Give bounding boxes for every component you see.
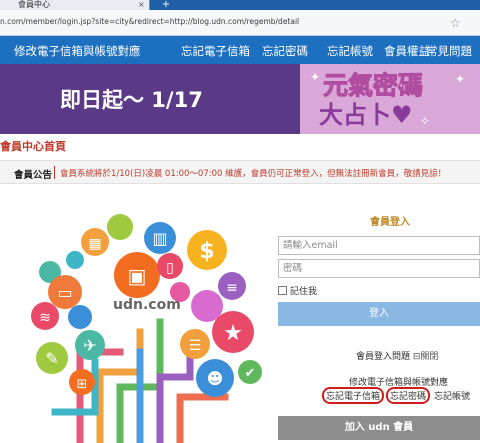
tech-icon-circle: [107, 214, 133, 240]
calendar-icon-circle: [66, 251, 84, 269]
login-title: 會員登入: [370, 217, 410, 228]
grid-icon: ▦: [88, 236, 101, 252]
car-icon: ▭: [57, 283, 72, 302]
nav-item-modify-email-mapping[interactable]: 修改電子信箱與帳號對應: [14, 43, 141, 59]
remember-checkbox[interactable]: [278, 286, 287, 295]
tab-close-icon[interactable]: ×: [138, 0, 145, 10]
announcement-label: 會員公告: [14, 170, 53, 181]
email-input[interactable]: [278, 236, 480, 255]
plane-icon: ✈: [83, 336, 96, 355]
forgot-account-link[interactable]: 忘記帳號: [434, 392, 470, 402]
banner-headline: 即日起～ 1/17: [60, 88, 203, 112]
database-icon: ≋: [39, 310, 51, 326]
forgot-email-link[interactable]: 忘記電子信箱: [322, 387, 385, 404]
udn-brand-text: udn.com: [113, 297, 181, 313]
star-icon: ★: [223, 321, 243, 346]
login-help-link[interactable]: 會員登入問題: [356, 352, 410, 362]
plane-icon-circle: [68, 305, 92, 329]
tab-title: 會員中心: [18, 0, 50, 9]
bookmark-star-icon[interactable]: ☆: [450, 16, 461, 30]
phone-icon: ▯: [166, 260, 174, 276]
browser-tab[interactable]: 會員中心 ×: [0, 0, 150, 10]
nav-item-forgot-email[interactable]: 忘記電子信箱: [181, 43, 250, 59]
udn-illustration: ▥ ▦ $ ▭ ▣ ▯ ≡ ≋ ★ ☰ ✈ ✎ ⊞ ☻ ✔ udn.com: [20, 202, 265, 443]
forgot-links: 忘記電子信箱 忘記密碼 忘記帳號: [322, 387, 470, 404]
join-member-button[interactable]: 加入 udn 會員: [278, 416, 480, 440]
announcement-bar: 會員公告 會員系統將於1/10(日)凌晨 01:00～07:00 維護，會員仍可…: [0, 160, 480, 184]
nav-item-faq[interactable]: 常見問題: [426, 43, 472, 59]
book-icon: ▥: [152, 229, 167, 248]
forgot-password-link[interactable]: 忘記密碼: [386, 387, 431, 404]
socket-icon: ▣: [128, 264, 147, 288]
login-help: 會員登入問題 ⊟關閉: [356, 349, 438, 362]
browser-tab-bar: 會員中心 × +: [0, 0, 480, 10]
sparkle-icon: ✧: [420, 114, 431, 128]
nav-item-member-rights[interactable]: 會員權益: [384, 43, 430, 59]
remember-me[interactable]: 記住我: [278, 284, 317, 297]
password-input[interactable]: [278, 259, 480, 278]
promo-banner[interactable]: 即日起～ 1/17 ✦ ✦ ✧ 元氣密碼 大占卜♥: [0, 64, 480, 134]
announcement-text: 會員系統將於1/10(日)凌晨 01:00～07:00 維護，會員仍可正常登入，…: [60, 169, 447, 179]
cart-icon: ⊞: [77, 377, 88, 392]
announcement-divider: [54, 166, 55, 179]
url-text[interactable]: n.com/member/login.jsp?site=city&redirec…: [0, 17, 299, 26]
address-bar[interactable]: n.com/member/login.jsp?site=city&redirec…: [0, 10, 480, 36]
banner-title-line2: 大占卜♥: [319, 101, 413, 129]
people-icon: ☻: [207, 369, 224, 388]
site-nav: 修改電子信箱與帳號對應 忘記電子信箱 忘記密碼 忘記帳號 會員權益 常見問題: [0, 36, 480, 64]
check-icon: ✔: [245, 366, 256, 381]
login-help-close[interactable]: ⊟關閉: [413, 352, 439, 362]
login-button[interactable]: 登入: [278, 302, 480, 326]
pencil-icon: ✎: [45, 349, 58, 368]
nav-item-forgot-account[interactable]: 忘記帳號: [327, 43, 373, 59]
sparkle-icon: ✦: [310, 70, 321, 84]
page-title: 會員中心首頁: [0, 140, 66, 153]
remember-label: 記住我: [290, 287, 318, 297]
sparkle-icon: ✦: [455, 72, 466, 86]
doc-icon: ≡: [226, 280, 238, 296]
chat-icon: ☰: [189, 338, 202, 354]
nav-item-forgot-password[interactable]: 忘記密碼: [262, 43, 308, 59]
new-tab-icon[interactable]: +: [158, 0, 174, 10]
dollar-icon: $: [199, 239, 214, 264]
